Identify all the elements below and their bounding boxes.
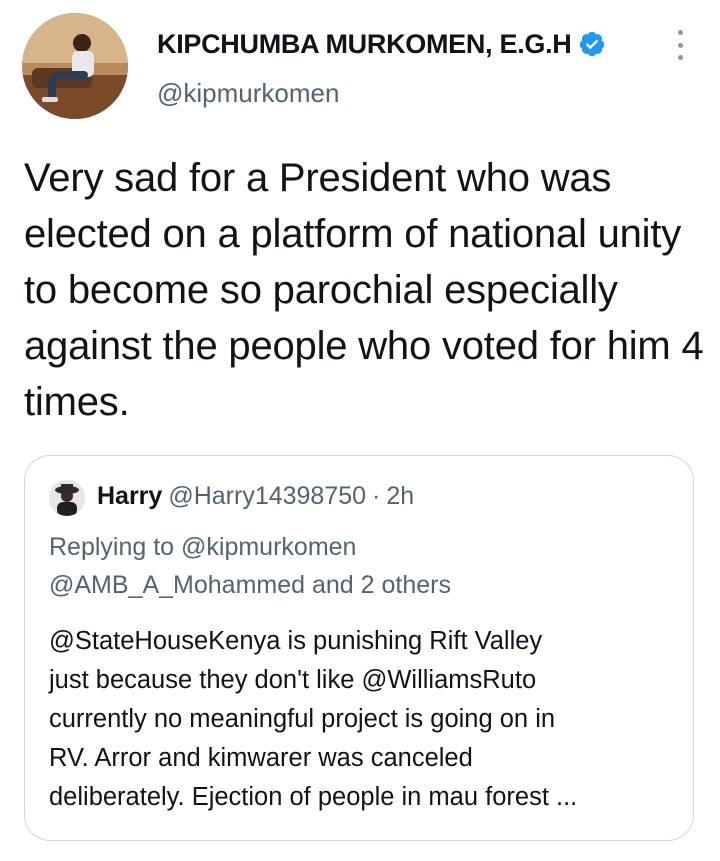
- quoted-text-line: currently no meaningful project is going…: [49, 705, 556, 733]
- author-name-row: KIPCHUMBA MURKOMEN, E.G.H: [157, 26, 606, 62]
- replying-line: Replying to @kipmurkomen: [49, 533, 357, 561]
- separator-dot: ·: [372, 482, 381, 510]
- dot: [677, 30, 683, 35]
- quoted-header: Harry @Harry14398750 · 2h: [97, 482, 414, 511]
- quoted-text-line: just because they don't like @WilliamsRu…: [49, 666, 537, 694]
- verified-badge-icon: [578, 30, 606, 58]
- tweet-text: Very sad for a President who was elected…: [24, 156, 704, 424]
- quoted-text: @StateHouseKenya is punishing Rift Valle…: [49, 622, 679, 817]
- replying-to: Replying to @kipmurkomen @AMB_A_Mohammed…: [49, 528, 669, 604]
- tweet: KIPCHUMBA MURKOMEN, E.G.H @kipmurkomen V…: [0, 0, 720, 861]
- quoted-author-name[interactable]: Harry: [97, 482, 162, 511]
- author-avatar[interactable]: [22, 13, 128, 119]
- quoted-text-line: RV. Arror and kimwarer was canceled: [49, 744, 473, 772]
- dot: [677, 42, 683, 48]
- dot: [677, 55, 683, 60]
- quoted-timestamp[interactable]: 2h: [386, 482, 414, 511]
- quoted-text-line: @StateHouseKenya is punishing Rift Valle…: [49, 627, 543, 655]
- quoted-text-line: deliberately. Ejection of people in mau …: [49, 783, 578, 811]
- replying-line: @AMB_A_Mohammed and 2 others: [49, 571, 451, 599]
- quoted-author-avatar[interactable]: [49, 480, 85, 516]
- quoted-author-handle[interactable]: @Harry14398750: [168, 482, 366, 511]
- author-handle[interactable]: @kipmurkomen: [157, 78, 339, 109]
- quoted-tweet[interactable]: Harry @Harry14398750 · 2h Replying to @k…: [24, 455, 694, 841]
- author-display-name[interactable]: KIPCHUMBA MURKOMEN, E.G.H: [157, 29, 572, 60]
- vertical-ellipsis-icon[interactable]: [670, 30, 690, 60]
